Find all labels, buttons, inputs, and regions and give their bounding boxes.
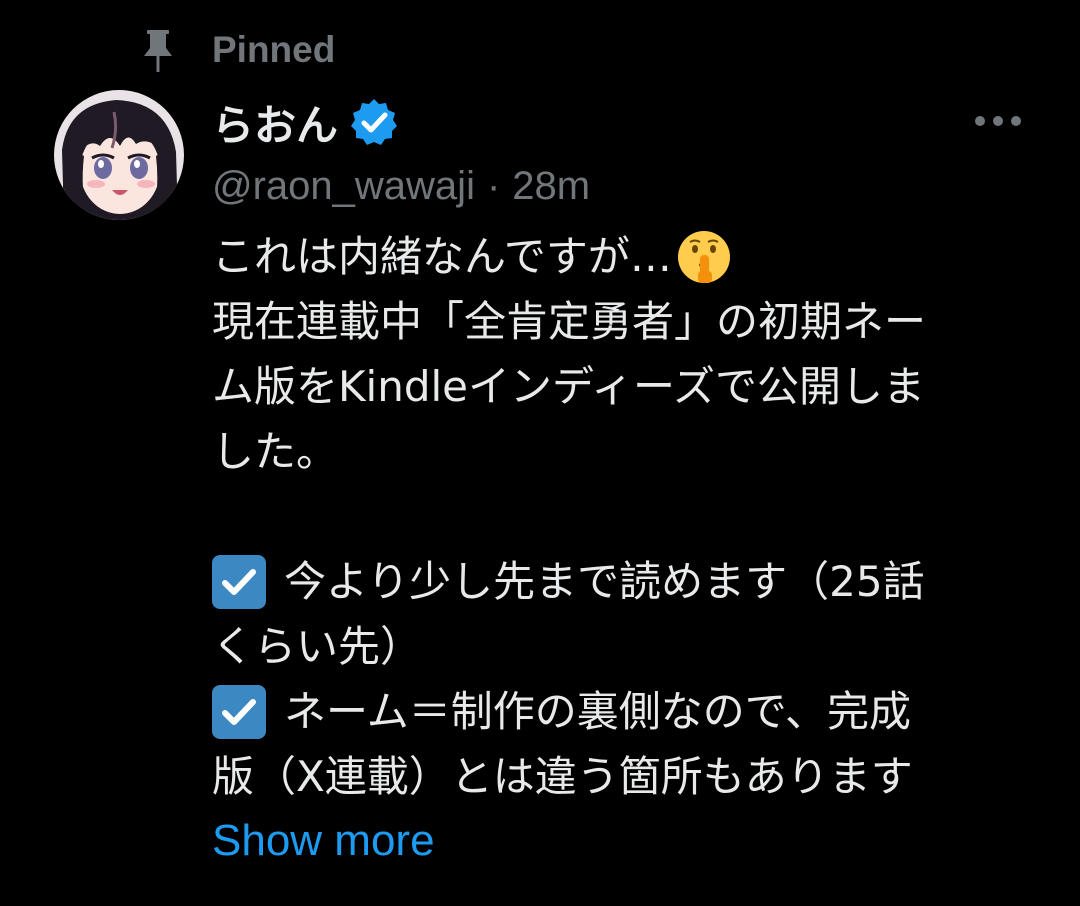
tweet-line-1: これは内緒なんですが… [212, 232, 672, 281]
timestamp[interactable]: 28m [512, 164, 590, 209]
tweet-text: これは内緒なんですが… 現在連載中「全肯定勇者」の初期ネー ム版をKindleイ… [212, 224, 1042, 809]
author-row: らおん [212, 92, 400, 152]
display-name[interactable]: らおん [212, 92, 338, 153]
pinned-label: Pinned [212, 29, 336, 70]
separator: · [486, 163, 501, 208]
tweet-bullet-line: ネーム＝制作の裏側なので、完成 [212, 679, 1042, 744]
handle-row: @raon_wawaji · 28m [212, 160, 590, 212]
verified-badge-icon[interactable] [348, 96, 400, 148]
pinned-indicator: Pinned [138, 24, 335, 76]
bullet-2-line-2: 版（X連載）とは違う箇所もあります [212, 752, 913, 801]
bullet-2-line-1: ネーム＝制作の裏側なので、完成 [284, 687, 912, 736]
tweet-line-4: した。 [212, 427, 339, 476]
check-box-icon [212, 684, 266, 739]
avatar[interactable] [54, 90, 184, 220]
tweet-line: これは内緒なんですが… [212, 224, 1042, 289]
tweet-line: した。 [212, 419, 1042, 484]
tweet-line: 版（X連載）とは違う箇所もあります [212, 744, 1042, 809]
handle[interactable]: @raon_wawaji [212, 164, 475, 209]
pin-icon [138, 26, 178, 74]
more-options-button[interactable] [968, 104, 1028, 138]
tweet-line-2: 現在連載中「全肯定勇者」の初期ネー [212, 297, 927, 346]
tweet-line: くらい先） [212, 614, 1042, 679]
tweet-line-3: ム版をKindleインディーズで公開しま [212, 362, 925, 411]
bullet-1-line-2: くらい先） [212, 622, 423, 671]
bullet-1-line-1: 今より少し先まで読めます（25話 [284, 557, 925, 606]
show-more-link[interactable]: Show more [212, 808, 435, 873]
check-box-icon [212, 554, 266, 609]
tweet-line: ム版をKindleインディーズで公開しま [212, 354, 1042, 419]
shushing-face-emoji-icon [676, 229, 732, 285]
tweet-line: 現在連載中「全肯定勇者」の初期ネー [212, 289, 1042, 354]
tweet-bullet-line: 今より少し先まで読めます（25話 [212, 549, 1042, 614]
more-horizontal-icon [975, 116, 1021, 126]
